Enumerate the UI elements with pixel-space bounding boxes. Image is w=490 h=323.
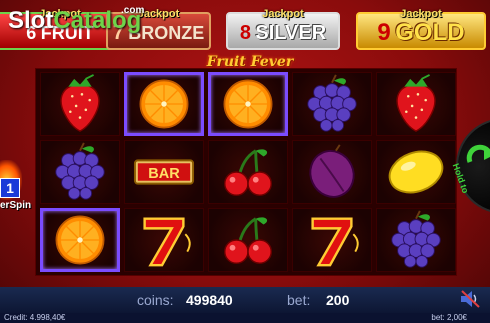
- orange-icon: [223, 79, 273, 129]
- reel-cell-cherry: [208, 140, 288, 204]
- jackpot-gold-title: Jackpot: [400, 8, 442, 20]
- reel-cell-seven: [124, 208, 204, 272]
- seven-icon: [311, 217, 359, 267]
- grapes-icon: [55, 142, 105, 200]
- watermark-part-a: Slot: [8, 7, 54, 34]
- credit-label: Credit: 4.998,40€: [4, 313, 66, 322]
- reel-cell-cherry: [208, 208, 288, 272]
- watermark: SlotCatalog .com: [8, 5, 145, 35]
- plum-icon: [309, 144, 355, 198]
- seven-icon: [143, 217, 191, 267]
- grapes-icon: [307, 74, 357, 132]
- jackpot-gold: Jackpot 9 GOLD: [356, 8, 486, 50]
- reel-cell-bar: BAR: [124, 140, 204, 204]
- strawberry-icon: [396, 74, 436, 132]
- reel-grid[interactable]: BAR: [35, 68, 457, 276]
- lemon-icon: [388, 150, 444, 194]
- reel-cell-grapes: [376, 208, 456, 272]
- coins-value: 499840: [186, 292, 233, 308]
- reel-cell-orange: [40, 208, 120, 272]
- reel-cell-strawberry: [376, 72, 456, 136]
- reel-cell-grapes: [40, 140, 120, 204]
- reel-cell-orange: [208, 72, 288, 136]
- svg-text:BAR: BAR: [148, 166, 180, 182]
- grapes-icon: [391, 210, 441, 268]
- refresh-arrow-icon: [466, 144, 490, 163]
- bet-label: bet:: [287, 292, 311, 308]
- jackpot-silver-title: Jackpot: [262, 8, 304, 20]
- jackpot-silver: Jackpot 8 SILVER: [226, 8, 340, 50]
- speaker-icon[interactable]: [459, 289, 481, 309]
- strawberry-icon: [60, 74, 100, 132]
- cherry-icon: [224, 149, 272, 196]
- footer-bar: [0, 313, 490, 323]
- reel-cell-seven: [292, 208, 372, 272]
- orange-icon: [139, 79, 189, 129]
- superspin-label: erSpin: [0, 200, 32, 211]
- watermark-suffix: .com: [121, 5, 145, 16]
- reel-cell-plum: [292, 140, 372, 204]
- reel-cell-orange: [124, 72, 204, 136]
- bar-icon: BAR: [133, 159, 195, 185]
- bet-money-label: bet: 2,00€: [431, 313, 467, 322]
- reel-cell-lemon: [376, 140, 456, 204]
- bet-value[interactable]: 200: [326, 292, 349, 308]
- coins-label: coins:: [137, 292, 174, 308]
- status-bar: [0, 287, 490, 313]
- superspin-counter: 1: [0, 178, 20, 198]
- orange-icon: [55, 215, 105, 265]
- cherry-icon: [224, 217, 272, 264]
- reel-cell-strawberry: [40, 72, 120, 136]
- reel-cell-grapes: [292, 72, 372, 136]
